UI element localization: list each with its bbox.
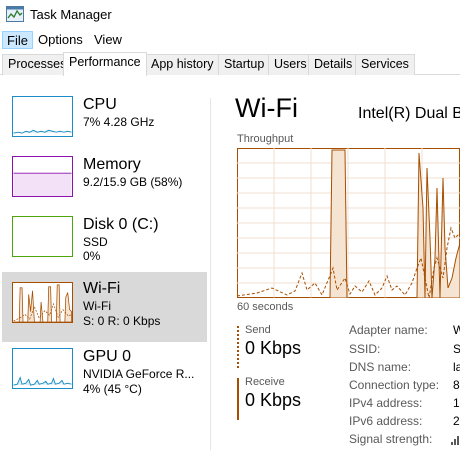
prop-dns-label: DNS name: xyxy=(349,360,412,374)
pane-divider xyxy=(210,98,211,450)
task-manager-icon xyxy=(6,6,24,22)
signal-strength-icon xyxy=(451,436,459,445)
tab-details[interactable]: Details xyxy=(308,54,359,75)
tab-services[interactable]: Services xyxy=(355,54,415,75)
resource-stat-secondary: S: 0 R: 0 Kbps xyxy=(83,314,161,328)
resource-stat: SSD xyxy=(83,235,108,249)
menu-view[interactable]: View xyxy=(90,31,126,49)
resource-stat: Wi-Fi xyxy=(83,299,111,313)
resource-list: CPU 7% 4.28 GHz Memory 9.2/15.9 GB (58%)… xyxy=(0,76,210,450)
prop-ssid-value: S xyxy=(453,342,460,356)
disk-mini-graph xyxy=(12,216,73,257)
cpu-mini-graph xyxy=(12,96,73,137)
resource-stat-secondary: 4% (45 °C) xyxy=(83,382,142,396)
prop-ipv6-value: 2 xyxy=(453,414,460,428)
receive-stat: Receive 0 Kbps xyxy=(237,376,337,420)
resource-item-wifi[interactable]: Wi-Fi Wi-Fi S: 0 R: 0 Kbps xyxy=(2,272,207,342)
memory-mini-graph xyxy=(12,156,73,197)
wifi-mini-graph xyxy=(12,282,73,323)
menu-view-label: View xyxy=(94,32,122,47)
resource-item-gpu[interactable]: GPU 0 NVIDIA GeForce R... 4% (45 °C) xyxy=(2,342,207,412)
window-title: Task Manager xyxy=(30,7,112,22)
gpu-mini-graph xyxy=(12,348,73,389)
prop-signal-strength-label: Signal strength: xyxy=(349,432,433,446)
throughput-graph xyxy=(237,148,460,298)
time-label: 60 seconds xyxy=(237,301,294,313)
resource-name: Memory xyxy=(83,156,141,173)
tab-app-history[interactable]: App history xyxy=(145,54,220,75)
resource-name: Wi-Fi xyxy=(83,280,121,297)
resource-name: GPU 0 xyxy=(83,348,132,365)
prop-ipv6-label: IPv6 address: xyxy=(349,414,423,428)
prop-ipv4-label: IPv4 address: xyxy=(349,396,423,410)
resource-stat-secondary: 0% xyxy=(83,249,101,263)
prop-connection-type-value: 8 xyxy=(453,378,460,392)
send-stat: Send 0 Kbps xyxy=(237,324,337,368)
menu-bar: File Options View xyxy=(0,30,460,50)
prop-connection-type-label: Connection type: xyxy=(349,378,440,392)
resource-stat: 9.2/15.9 GB (58%) xyxy=(83,175,183,189)
adapter-description: Intel(R) Dual Ba xyxy=(358,105,460,122)
resource-stat: NVIDIA GeForce R... xyxy=(83,367,195,381)
prop-ssid-label: SSID: xyxy=(349,342,381,356)
menu-file-label: File xyxy=(7,33,28,48)
send-value: 0 Kbps xyxy=(245,338,302,358)
prop-dns-value: la xyxy=(453,360,460,374)
tab-users[interactable]: Users xyxy=(268,54,313,75)
tab-performance[interactable]: Performance xyxy=(63,52,147,76)
prop-adapter-name-label: Adapter name: xyxy=(349,323,428,337)
resource-stat: 7% 4.28 GHz xyxy=(83,115,155,129)
menu-options[interactable]: Options xyxy=(34,31,87,49)
page-title: Wi-Fi xyxy=(235,93,298,123)
tab-bar: Processes Performance App history Startu… xyxy=(0,52,460,76)
title-bar: Task Manager xyxy=(0,0,460,30)
tab-processes[interactable]: Processes xyxy=(2,54,73,75)
send-legend-dashed xyxy=(237,326,239,368)
graph-label: Throughput xyxy=(237,133,294,145)
resource-name: CPU xyxy=(83,96,117,113)
receive-legend-solid xyxy=(237,378,239,420)
receive-value: 0 Kbps xyxy=(245,390,302,410)
send-label: Send xyxy=(245,324,271,336)
tab-startup[interactable]: Startup xyxy=(218,54,271,75)
prop-ipv4-value: 1 xyxy=(453,396,460,410)
prop-adapter-name-value: W xyxy=(453,323,460,337)
menu-file[interactable]: File xyxy=(2,31,33,49)
menu-options-label: Options xyxy=(38,32,83,47)
resource-name: Disk 0 (C:) xyxy=(83,216,159,233)
receive-label: Receive xyxy=(245,376,285,388)
